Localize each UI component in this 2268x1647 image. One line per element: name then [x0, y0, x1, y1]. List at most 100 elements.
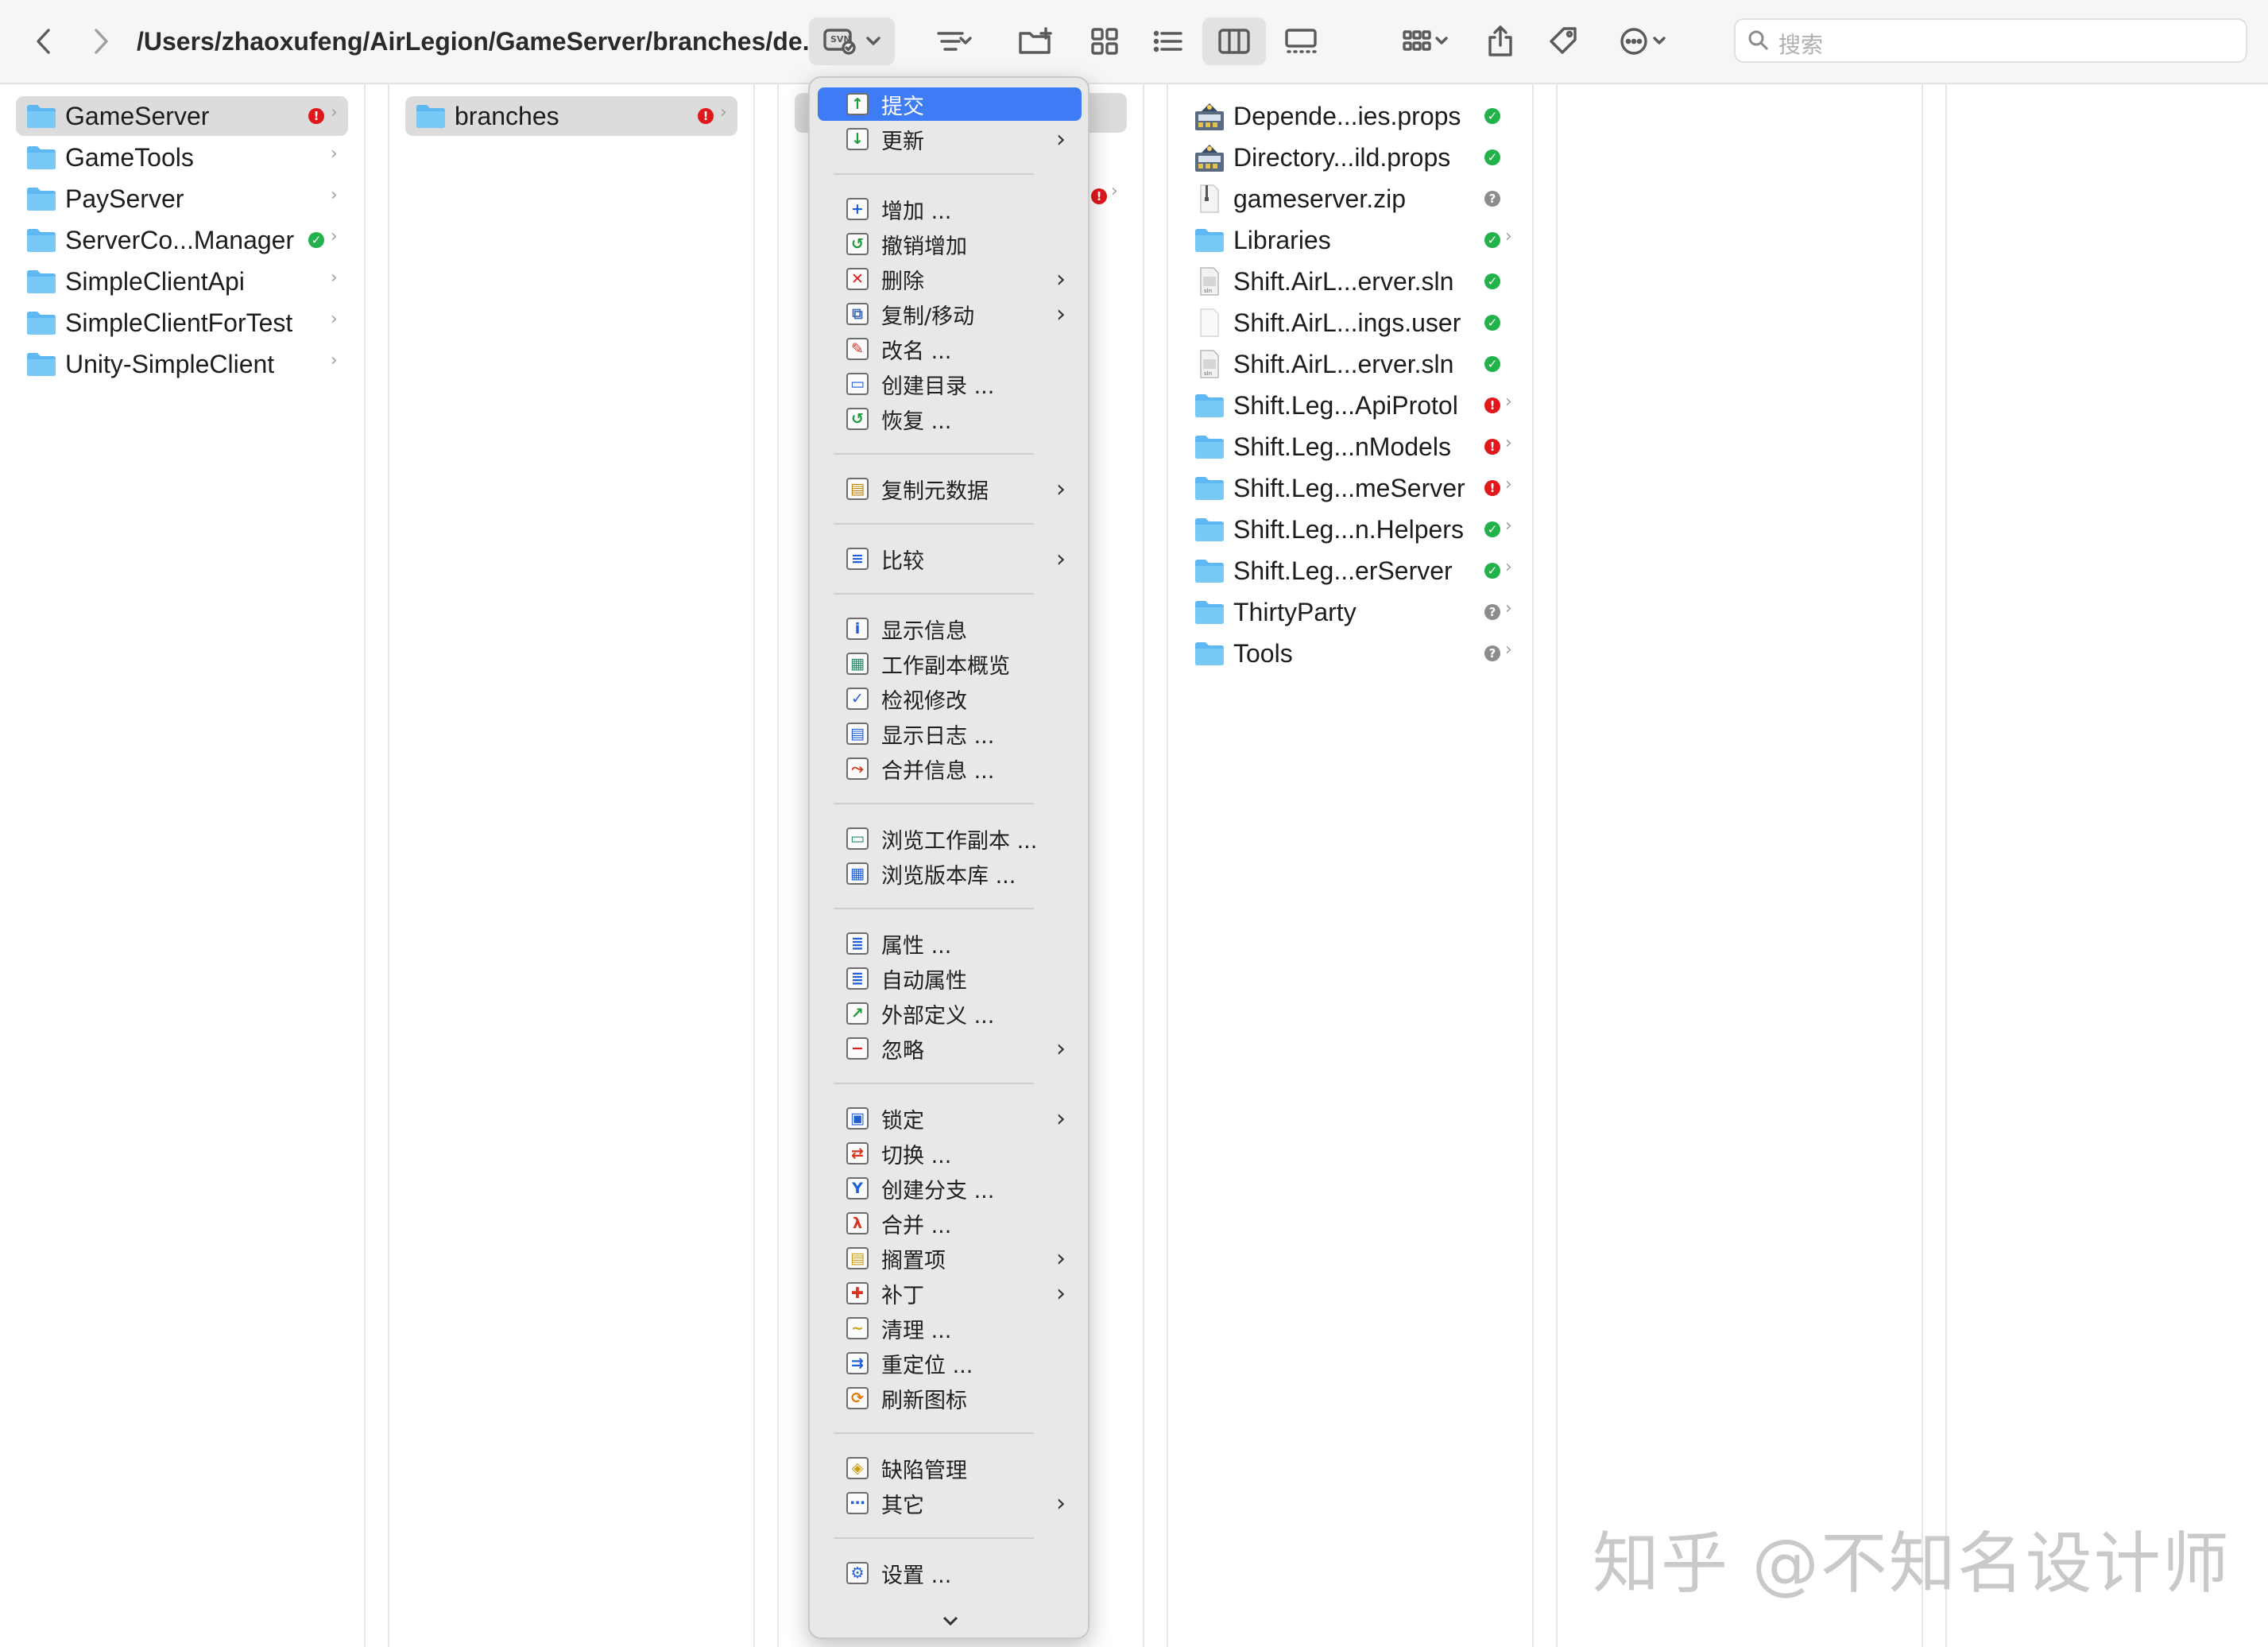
folder-row[interactable]: GameTools ›	[16, 138, 348, 177]
search-field[interactable]: 搜索	[1734, 18, 2247, 63]
menu-item-label: 属性 ...	[881, 933, 952, 959]
file-row[interactable]: Directory...ild.props ✓	[1184, 138, 1516, 177]
folder-row[interactable]: ServerCo...Manager ✓ ›	[16, 220, 348, 260]
svn-label: SVN	[830, 34, 851, 45]
search-placeholder: 搜索	[1778, 32, 1824, 58]
more-actions-button[interactable]	[1610, 17, 1678, 65]
shelve-icon: ▤	[846, 1247, 869, 1269]
group-button[interactable]	[1392, 17, 1461, 65]
menu-item[interactable]: ✕ 删除 ›	[818, 262, 1082, 296]
menu-item[interactable]: ≣ 属性 ...	[818, 927, 1082, 960]
menu-item[interactable]: λ 合并 ...	[818, 1207, 1082, 1240]
menu-item[interactable]: ▤ 复制元数据 ›	[818, 472, 1082, 506]
menu-item-label: 改名 ...	[881, 339, 952, 364]
file-label: Shift.AirL...erver.sln	[1233, 266, 1454, 296]
menu-item[interactable]: ⋯ 其它 ›	[818, 1486, 1082, 1520]
menu-item-label: 显示日志 ...	[881, 723, 995, 749]
icon-view-button[interactable]	[1084, 17, 1125, 65]
props-file-icon	[1195, 103, 1224, 130]
menu-item[interactable]: ▤ 显示日志 ...	[818, 717, 1082, 750]
folder-row[interactable]: Shift.Leg...n.Helpers ✓ ›	[1184, 510, 1516, 549]
menu-item[interactable]: ▦ 工作副本概览	[818, 647, 1082, 680]
menu-separator	[834, 908, 1034, 909]
menu-item[interactable]: i 显示信息	[818, 612, 1082, 645]
menu-item[interactable]: ↺ 撤销增加	[818, 227, 1082, 261]
bug-tracker-icon: ◈	[846, 1457, 869, 1479]
sort-button[interactable]	[920, 17, 989, 65]
menu-item[interactable]: ▤ 搁置项 ›	[818, 1242, 1082, 1275]
chevron-right-icon: ›	[331, 227, 338, 246]
folder-row[interactable]: Libraries ✓ ›	[1184, 220, 1516, 260]
menu-item[interactable]: ↑ 提交	[818, 87, 1082, 121]
menu-item[interactable]: ⚙ 设置 ...	[818, 1556, 1082, 1590]
file-row[interactable]: gameserver.zip?	[1184, 179, 1516, 219]
file-row[interactable]: sln Shift.AirL...erver.sln ✓	[1184, 344, 1516, 384]
menu-item[interactable]: ✎ 改名 ...	[818, 332, 1082, 366]
menu-item[interactable]: ~ 清理 ...	[818, 1312, 1082, 1345]
menu-item[interactable]: ↗ 外部定义 ...	[818, 997, 1082, 1030]
folder-row[interactable]: GameServer! ›	[16, 96, 348, 136]
menu-item[interactable]: ⇉ 重定位 ...	[818, 1347, 1082, 1380]
folder-row[interactable]: SimpleClientForTest ›	[16, 303, 348, 343]
delete-icon: ✕	[846, 268, 869, 290]
file-row[interactable]: sln Shift.AirL...erver.sln ✓	[1184, 262, 1516, 301]
folder-row[interactable]: Shift.Leg...erServer ✓ ›	[1184, 551, 1516, 591]
menu-item-label: 工作副本概览	[881, 653, 1010, 679]
menu-item-label: 撤销增加	[881, 234, 967, 259]
status-unknown-icon: ?	[1484, 645, 1500, 661]
menu-item[interactable]: ✚ 补丁 ›	[818, 1277, 1082, 1310]
share-button[interactable]	[1480, 17, 1521, 65]
folder-row[interactable]: Shift.Leg...meServer! ›	[1184, 468, 1516, 508]
relocate-icon: ⇉	[846, 1352, 869, 1374]
menu-item[interactable]: ≡ 比较 ›	[818, 542, 1082, 575]
folder-icon	[1195, 560, 1224, 583]
folder-row[interactable]: Tools? ›	[1184, 634, 1516, 673]
menu-scroll-area[interactable]	[810, 1604, 1088, 1637]
folder-label: branches	[455, 101, 559, 130]
folder-row[interactable]: PayServer ›	[16, 179, 348, 219]
menu-item[interactable]: − 忽略 ›	[818, 1032, 1082, 1065]
folder-row[interactable]: branches! ›	[405, 96, 737, 136]
svn-menu-button[interactable]: SVN	[809, 17, 895, 65]
folder-row[interactable]: ThirtyParty? ›	[1184, 592, 1516, 632]
menu-item[interactable]: ▦ 浏览版本库 ...	[818, 857, 1082, 890]
folder-row[interactable]: SimpleClientApi ›	[16, 262, 348, 301]
folder-row[interactable]: Shift.Leg...ApiProtol! ›	[1184, 386, 1516, 425]
menu-item[interactable]: ✓ 检视修改	[818, 682, 1082, 715]
update-icon: ↓	[846, 128, 869, 150]
menu-item[interactable]: ⤳ 合并信息 ...	[818, 752, 1082, 785]
menu-item[interactable]: ⧉ 复制/移动 ›	[818, 297, 1082, 331]
menu-item[interactable]: ↓ 更新 ›	[818, 122, 1082, 156]
blank-file-icon	[1200, 308, 1219, 337]
folder-row[interactable]: Shift.Leg...nModels! ›	[1184, 427, 1516, 467]
menu-item[interactable]: ▭ 浏览工作副本 ...	[818, 822, 1082, 855]
back-button[interactable]	[24, 17, 64, 65]
gallery-view-button[interactable]	[1278, 17, 1324, 65]
list-view-button[interactable]	[1148, 17, 1189, 65]
menu-item[interactable]: Y 创建分支 ...	[818, 1172, 1082, 1205]
submenu-chevron-icon: ›	[1056, 300, 1066, 328]
check-mods-icon: ✓	[846, 688, 869, 710]
menu-item[interactable]: ≣ 自动属性	[818, 962, 1082, 995]
menu-item[interactable]: ⇄ 切换 ...	[818, 1137, 1082, 1170]
column-view-button[interactable]	[1202, 17, 1266, 65]
file-row[interactable]: Shift.AirL...ings.user ✓	[1184, 303, 1516, 343]
file-row[interactable]: Depende...ies.props ✓	[1184, 96, 1516, 136]
status-unknown-icon: ?	[1484, 191, 1500, 207]
menu-item[interactable]: ⟳ 刷新图标	[818, 1382, 1082, 1415]
menu-item[interactable]: ▣ 锁定 ›	[818, 1102, 1082, 1135]
folder-icon	[27, 188, 56, 211]
menu-separator	[834, 1432, 1034, 1434]
tag-icon	[1550, 27, 1577, 54]
new-folder-button[interactable]	[1014, 17, 1059, 65]
status-ok-icon: ✓	[1484, 521, 1500, 537]
menu-item-label: 补丁	[881, 1283, 924, 1308]
forward-button[interactable]	[81, 17, 121, 65]
menu-item[interactable]: ▭ 创建目录 ...	[818, 367, 1082, 401]
menu-item[interactable]: ◈ 缺陷管理	[818, 1451, 1082, 1485]
folder-row[interactable]: Unity-SimpleClient ›	[16, 344, 348, 384]
menu-item[interactable]: ↺ 恢复 ...	[818, 402, 1082, 436]
menu-item-label: 锁定	[881, 1108, 924, 1134]
menu-item[interactable]: + 增加 ...	[818, 192, 1082, 226]
tag-button[interactable]	[1542, 17, 1586, 65]
